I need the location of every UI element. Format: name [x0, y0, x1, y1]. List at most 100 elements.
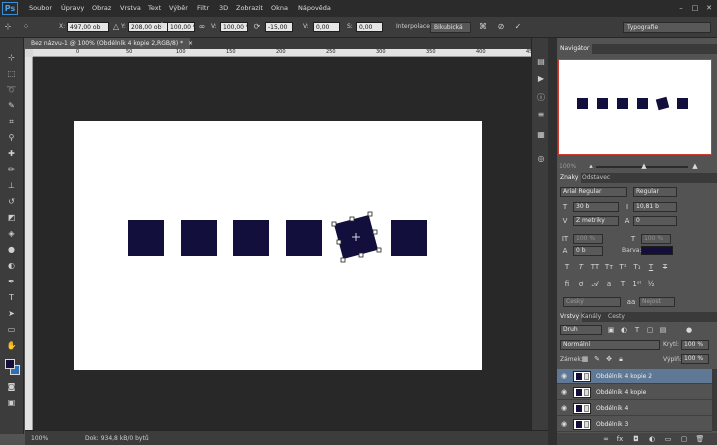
new-group-icon[interactable]: ▭ — [663, 434, 673, 444]
type-tool-icon[interactable]: T — [5, 292, 18, 304]
document-canvas[interactable] — [74, 121, 482, 370]
menu-file[interactable]: Soubor — [29, 4, 52, 13]
all-caps-icon[interactable]: TT — [590, 262, 600, 272]
visibility-eye-icon[interactable]: ◉ — [560, 388, 568, 396]
menu-3d[interactable]: 3D — [219, 4, 228, 13]
menu-image[interactable]: Obraz — [92, 4, 111, 13]
pen-tool-icon[interactable]: ✒ — [5, 276, 18, 288]
move-tool-preset-icon[interactable]: ⊹ — [3, 22, 13, 32]
menu-layer[interactable]: Vrstva — [120, 4, 141, 13]
brush-tool-icon[interactable]: ✏ — [5, 164, 18, 176]
new-layer-icon[interactable]: ▢ — [679, 434, 689, 444]
properties-panel-icon[interactable]: ≡ — [534, 108, 548, 121]
lasso-tool-icon[interactable]: ➰ — [5, 84, 18, 96]
layers-scrollbar[interactable] — [712, 369, 717, 431]
add-mask-icon[interactable]: ◘ — [631, 434, 641, 444]
navigator-preview[interactable] — [558, 59, 712, 155]
tab-paragraph[interactable]: Odstavec — [579, 173, 613, 183]
height-input[interactable]: 100,00 % — [220, 22, 248, 32]
language-select[interactable]: Český — [563, 297, 621, 307]
fill-input[interactable]: 100 % — [681, 354, 709, 364]
strikethrough-icon[interactable]: T — [660, 262, 670, 272]
baseline-shift-input[interactable]: 0 b — [573, 246, 603, 256]
angle-input[interactable]: -15,00 — [265, 22, 293, 32]
rectangle-shape[interactable] — [128, 220, 164, 256]
zoom-in-icon[interactable]: ▲ — [690, 161, 700, 171]
fractions-icon[interactable]: ½ — [646, 279, 656, 289]
swatches-panel-icon[interactable]: ▦ — [534, 128, 548, 141]
swash-icon[interactable]: 𝒜 — [590, 279, 600, 289]
rectangle-shape[interactable] — [391, 220, 427, 256]
link-delta-icon[interactable]: △ — [111, 22, 121, 32]
screen-mode-icon[interactable]: ▣ — [5, 397, 18, 409]
paint-bucket-tool-icon[interactable]: ◈ — [5, 228, 18, 240]
cancel-transform-icon[interactable]: ⊘ — [496, 22, 506, 32]
x-input[interactable]: 497,00 ob — [67, 22, 109, 32]
menu-select[interactable]: Výběr — [169, 4, 188, 13]
delete-layer-icon[interactable]: 🗑︎ — [695, 434, 705, 444]
menu-view[interactable]: Zobrazit — [236, 4, 263, 13]
antialias-select[interactable]: Nejost — [639, 297, 675, 307]
path-select-tool-icon[interactable]: ➤ — [5, 308, 18, 320]
rectangle-shape[interactable] — [286, 220, 322, 256]
filter-type-icon[interactable]: T — [632, 325, 642, 335]
kerning-select[interactable]: Z metriky — [573, 216, 619, 226]
blend-mode-select[interactable]: Normální — [560, 340, 660, 350]
quick-select-tool-icon[interactable]: ✎ — [5, 100, 18, 112]
opacity-input[interactable]: 100 % — [681, 340, 709, 350]
filter-shape-icon[interactable]: ▢ — [645, 325, 655, 335]
hand-tool-icon[interactable]: ✋ — [5, 340, 18, 352]
navigator-zoom[interactable]: 100% — [559, 163, 576, 171]
menu-edit[interactable]: Úpravy — [61, 4, 84, 13]
adjustment-layer-icon[interactable]: ◐ — [647, 434, 657, 444]
rectangle-tool-icon[interactable]: ▭ — [5, 324, 18, 336]
layer-row[interactable]: ◉ Obdélník 4 kopie 2 — [557, 369, 712, 384]
transform-box[interactable] — [326, 207, 386, 267]
zoom-slider-thumb-icon[interactable]: ▲ — [639, 161, 649, 171]
link-proportions-icon[interactable]: ∞ — [197, 22, 207, 32]
interpolation-select[interactable]: Bikubická — [430, 22, 471, 33]
eraser-tool-icon[interactable]: ◩ — [5, 212, 18, 224]
filter-pixel-icon[interactable]: ▣ — [606, 325, 616, 335]
underline-icon[interactable]: T — [646, 262, 656, 272]
reference-point-icon[interactable]: ⁘ — [21, 22, 31, 32]
dodge-tool-icon[interactable]: ◐ — [5, 260, 18, 272]
menu-type[interactable]: Text — [148, 4, 161, 13]
zoom-out-icon[interactable]: ▴ — [586, 161, 596, 171]
text-color-swatch[interactable] — [641, 246, 673, 255]
commit-transform-icon[interactable]: ✓ — [513, 22, 523, 32]
eyedropper-tool-icon[interactable]: ⚲ — [5, 132, 18, 144]
adjustments-panel-icon[interactable]: ◎ — [534, 152, 548, 165]
crop-tool-icon[interactable]: ⌗ — [5, 116, 18, 128]
ligatures-icon[interactable]: fi — [562, 279, 572, 289]
rectangle-shape[interactable] — [181, 220, 217, 256]
actions-panel-icon[interactable]: ▶ — [534, 72, 548, 85]
filter-adjustment-icon[interactable]: ◐ — [619, 325, 629, 335]
tab-paths[interactable]: Cesty — [605, 312, 628, 322]
zoom-level[interactable]: 100% — [31, 435, 48, 443]
visibility-eye-icon[interactable]: ◉ — [560, 420, 568, 428]
close-tab-icon[interactable]: × — [188, 40, 193, 47]
history-panel-icon[interactable]: ▤ — [534, 55, 548, 68]
menu-help[interactable]: Nápověda — [298, 4, 331, 13]
subscript-icon[interactable]: T₁ — [632, 262, 642, 272]
history-brush-tool-icon[interactable]: ↺ — [5, 196, 18, 208]
old-style-icon[interactable]: ơ — [576, 279, 586, 289]
document-tab[interactable]: Bez názvu-1 @ 100% (Obdélník 4 kopie 2,R… — [25, 38, 193, 49]
close-window-icon[interactable]: ✕ — [704, 3, 714, 13]
menu-window[interactable]: Okna — [271, 4, 288, 13]
move-tool-icon[interactable]: ⊹ — [5, 52, 18, 64]
filter-toggle-icon[interactable]: ● — [684, 325, 694, 335]
minimize-icon[interactable]: – — [676, 3, 686, 13]
vskew-input[interactable]: 0,00 — [356, 22, 383, 32]
visibility-eye-icon[interactable]: ◉ — [560, 404, 568, 412]
layer-filter-select[interactable]: Druh — [560, 325, 602, 335]
tracking-select[interactable]: 0 — [633, 216, 677, 226]
menu-filter[interactable]: Filtr — [197, 4, 209, 13]
horizontal-scale-input[interactable]: 100 % — [641, 234, 671, 244]
faux-bold-icon[interactable]: T — [562, 262, 572, 272]
marquee-tool-icon[interactable]: ⬚ — [5, 68, 18, 80]
layer-row[interactable]: ◉ Obdélník 4 kopie — [557, 385, 712, 400]
lock-transparency-icon[interactable]: ▦ — [580, 354, 590, 364]
font-style-select[interactable]: Regular — [633, 187, 677, 197]
